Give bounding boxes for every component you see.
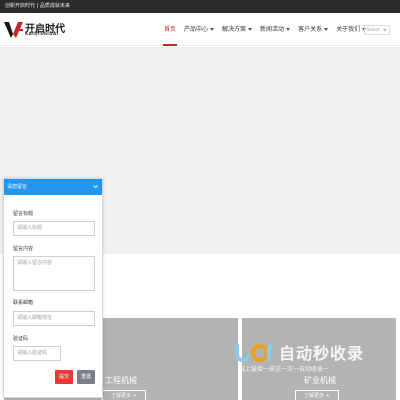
product-card-title: 工程机械 <box>105 376 137 385</box>
content-textarea-placeholder: 请输入留言内容 <box>17 260 53 266</box>
nav-item-label: 关于我们 <box>336 26 361 33</box>
nav-item-home[interactable]: 首页 <box>160 13 180 46</box>
captcha-input-placeholder: 请输入验证码 <box>17 350 48 356</box>
nav-item-products[interactable]: 产品中心 <box>180 13 218 46</box>
email-label: 联系邮箱 <box>13 300 34 306</box>
message-widget: 请您留言 留言标题 请输入标题 留言内容 请输入留言内容 联系邮箱 请输入邮箱地… <box>3 178 103 398</box>
watermark-subtitle: 做上链接一来访一次一自动收录一 <box>239 366 330 373</box>
nav-item-customers[interactable]: 客户关系 <box>294 13 332 46</box>
content-textarea[interactable]: 请输入留言内容 <box>13 256 95 291</box>
site-logo[interactable]: 开启时代 KAIQISHIDAI <box>4 20 74 42</box>
top-bar: 创新开启时代 | 品质成就未来 <box>0 0 400 13</box>
caret-down-icon <box>248 28 253 31</box>
title-input-placeholder: 请输入标题 <box>17 225 43 231</box>
captcha-label: 验证码 <box>13 336 29 342</box>
submit-button[interactable]: 提交 <box>55 370 73 384</box>
watermark-overlay: 自动秒收录 做上链接一来访一次一自动收录一 <box>233 338 385 380</box>
email-input[interactable]: 请输入邮箱地址 <box>13 311 95 326</box>
message-widget-header[interactable]: 请您留言 <box>4 179 102 195</box>
title-input[interactable]: 请输入标题 <box>13 221 95 236</box>
language-select[interactable]: Select <box>364 25 390 35</box>
site-header: 开启时代 KAIQISHIDAI 首页 产品中心 解决方案 新闻活动 客户关系 … <box>0 13 400 46</box>
caret-down-icon <box>324 28 329 31</box>
nav-item-label: 产品中心 <box>184 26 209 33</box>
learn-more-button[interactable]: 了解更多 + <box>102 390 146 400</box>
logo-subtitle: KAIQISHIDAI <box>25 31 59 36</box>
watermark-title: 自动秒收录 <box>279 344 365 363</box>
caret-down-icon <box>210 28 215 31</box>
caret-down-icon <box>286 28 291 31</box>
message-widget-title: 请您留言 <box>7 184 28 190</box>
nav-item-label: 首页 <box>164 26 177 33</box>
learn-more-button[interactable]: 了解更多 + <box>295 390 339 400</box>
captcha-input[interactable]: 请输入验证码 <box>13 346 61 361</box>
top-bar-slogan: 创新开启时代 | 品质成就未来 <box>5 3 70 9</box>
nav-item-solutions[interactable]: 解决方案 <box>218 13 256 46</box>
content-label: 留言内容 <box>13 246 34 252</box>
title-label: 留言标题 <box>13 211 34 217</box>
email-input-placeholder: 请输入邮箱地址 <box>17 315 53 321</box>
logo-mark-icon <box>4 22 23 38</box>
caret-down-icon <box>383 29 387 32</box>
language-select-value: Select <box>367 27 380 32</box>
chevron-down-icon[interactable] <box>93 184 98 189</box>
reset-button[interactable]: 重置 <box>77 370 95 384</box>
watermark-logo-icon <box>235 344 274 363</box>
nav-item-news[interactable]: 新闻活动 <box>256 13 294 46</box>
main-nav: 首页 产品中心 解决方案 新闻活动 客户关系 关于我们 <box>160 13 370 46</box>
nav-item-label: 新闻活动 <box>260 26 285 33</box>
nav-item-label: 解决方案 <box>222 26 247 33</box>
nav-item-label: 客户关系 <box>298 26 323 33</box>
